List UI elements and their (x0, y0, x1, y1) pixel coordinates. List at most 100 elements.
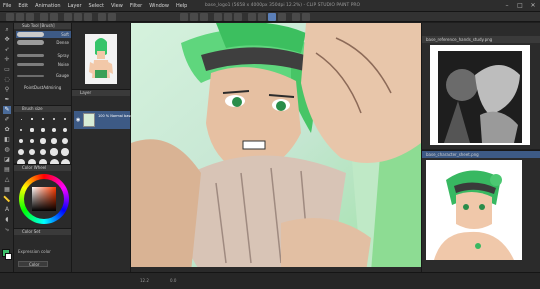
rotate-icon[interactable] (292, 13, 300, 21)
menu-file[interactable]: File (3, 3, 11, 9)
menu-select[interactable]: Select (89, 3, 104, 9)
curve-icon[interactable] (214, 13, 222, 21)
menu-layer[interactable]: Layer (68, 3, 82, 9)
color-set-label: Expression color (18, 249, 51, 254)
brush-size-preset[interactable] (49, 147, 59, 157)
vector-icon[interactable] (224, 13, 232, 21)
snap-perspective-icon[interactable] (200, 13, 208, 21)
canvas[interactable] (131, 23, 421, 272)
window-title: base_logo1 (5658 x 4000px 350dpi 12.2%) … (205, 3, 361, 8)
brush-size-preset[interactable] (27, 114, 37, 124)
brush-size-preset[interactable] (38, 114, 48, 124)
brush-item[interactable]: Noise (16, 61, 71, 68)
gradient-icon[interactable]: ▤ (3, 166, 11, 174)
figure-icon[interactable]: △ (3, 176, 11, 184)
saturation-value-square[interactable] (32, 187, 56, 211)
brush-size-preset[interactable] (27, 136, 37, 146)
hue-ring[interactable] (19, 174, 69, 224)
minimize-icon[interactable]: – (503, 2, 511, 10)
brush-size-preset[interactable] (60, 114, 70, 124)
zoom-icon[interactable]: ⌕ (3, 26, 11, 34)
balloon-icon[interactable]: ◖ (3, 216, 11, 224)
menu-animation[interactable]: Animation (35, 3, 61, 9)
canvas-thumbnail[interactable] (85, 34, 117, 84)
ruler-icon[interactable]: 📏 (3, 196, 11, 204)
fill-bucket-icon[interactable]: ◪ (3, 156, 11, 164)
brush-size-preset[interactable] (49, 114, 59, 124)
menu-view[interactable]: View (111, 3, 123, 9)
brush-size-preset[interactable] (27, 147, 37, 157)
menu-help[interactable]: Help (176, 3, 187, 9)
brush-item[interactable]: PointDustAdmiring (16, 84, 71, 91)
brush-size-dot (51, 138, 57, 144)
menu-filter[interactable]: Filter (130, 3, 142, 9)
frame-icon[interactable]: ▦ (3, 186, 11, 194)
brush-size-preset[interactable] (16, 114, 26, 124)
brush-icon[interactable]: ✐ (3, 116, 11, 124)
zoom-readout[interactable]: 12.2 (140, 278, 149, 283)
reference-icon[interactable] (248, 13, 256, 21)
decoration-icon[interactable]: ✿ (3, 126, 11, 134)
move-icon[interactable]: ✥ (3, 36, 11, 44)
brush-size-preset[interactable] (38, 147, 48, 157)
brush-size-preset[interactable] (49, 136, 59, 146)
fit-icon[interactable] (234, 13, 242, 21)
brush-size-preset[interactable] (38, 125, 48, 135)
brush-size-preset[interactable] (38, 136, 48, 146)
pen-pressure-icon[interactable] (268, 13, 276, 21)
flip-icon[interactable] (302, 13, 310, 21)
brush-size-dot (19, 128, 23, 132)
redo-icon[interactable] (50, 13, 58, 21)
pen-icon[interactable]: ✒ (3, 96, 11, 104)
new-icon[interactable] (6, 13, 14, 21)
brush-size-preset[interactable] (60, 136, 70, 146)
menu-window[interactable]: Window (149, 3, 169, 9)
layer-item[interactable]: ◉ 100 % Normal base_logo1 (1) (74, 111, 150, 129)
sub-tool-panel: Sub Tool [Brush] Soft Dense Spray Noise … (14, 23, 72, 105)
clear-icon[interactable] (64, 13, 72, 21)
menu-edit[interactable]: Edit (18, 3, 28, 9)
correct-line-icon[interactable]: ⤷ (3, 226, 11, 234)
airbrush-icon[interactable]: ✎ (3, 106, 11, 114)
stabilizer-icon[interactable] (278, 13, 286, 21)
lasso-icon[interactable]: ◌ (3, 76, 11, 84)
snap-grid-icon[interactable] (190, 13, 198, 21)
brush-size-preset[interactable] (16, 136, 26, 146)
brush-size-dot (31, 118, 33, 120)
save-icon[interactable] (26, 13, 34, 21)
close-icon[interactable]: ✕ (529, 2, 537, 10)
color-set-select[interactable]: Color (18, 261, 48, 267)
invert-selection-icon[interactable] (108, 13, 116, 21)
text-icon[interactable]: A (3, 206, 11, 214)
operation-icon[interactable]: ➶ (3, 46, 11, 54)
snap-ruler-icon[interactable] (180, 13, 188, 21)
open-icon[interactable] (16, 13, 24, 21)
eye-icon[interactable]: ◉ (76, 117, 80, 123)
selection-icon[interactable]: ▭ (3, 66, 11, 74)
brush-size-dot (20, 118, 22, 120)
brush-item[interactable]: Gauge (16, 72, 71, 79)
layer-thumbnail (83, 113, 95, 127)
sub-color-chip[interactable] (5, 253, 12, 260)
brush-item[interactable]: Soft (16, 31, 71, 38)
maximize-icon[interactable]: □ (516, 2, 524, 10)
brush-size-preset[interactable] (60, 125, 70, 135)
undo-icon[interactable] (40, 13, 48, 21)
eraser-icon[interactable]: ◧ (3, 136, 11, 144)
brush-size-preset[interactable] (27, 125, 37, 135)
title-bar: File Edit Animation Layer Select View Fi… (0, 0, 540, 12)
layer-icon[interactable] (258, 13, 266, 21)
blend-icon[interactable]: ◍ (3, 146, 11, 154)
brush-size-preset[interactable] (49, 125, 59, 135)
eyedropper-icon[interactable]: ⚲ (3, 86, 11, 94)
deselect-icon[interactable] (98, 13, 106, 21)
brush-size-preset[interactable] (60, 147, 70, 157)
brush-size-preset[interactable] (16, 125, 26, 135)
fill-icon[interactable] (74, 13, 82, 21)
angle-readout[interactable]: 0.0 (170, 278, 176, 283)
brush-item[interactable]: Spray (16, 52, 71, 59)
brush-size-preset[interactable] (16, 147, 26, 157)
move-layer-icon[interactable]: ✛ (3, 56, 11, 64)
brush-item[interactable]: Dense (16, 39, 71, 46)
transform-icon[interactable] (84, 13, 92, 21)
